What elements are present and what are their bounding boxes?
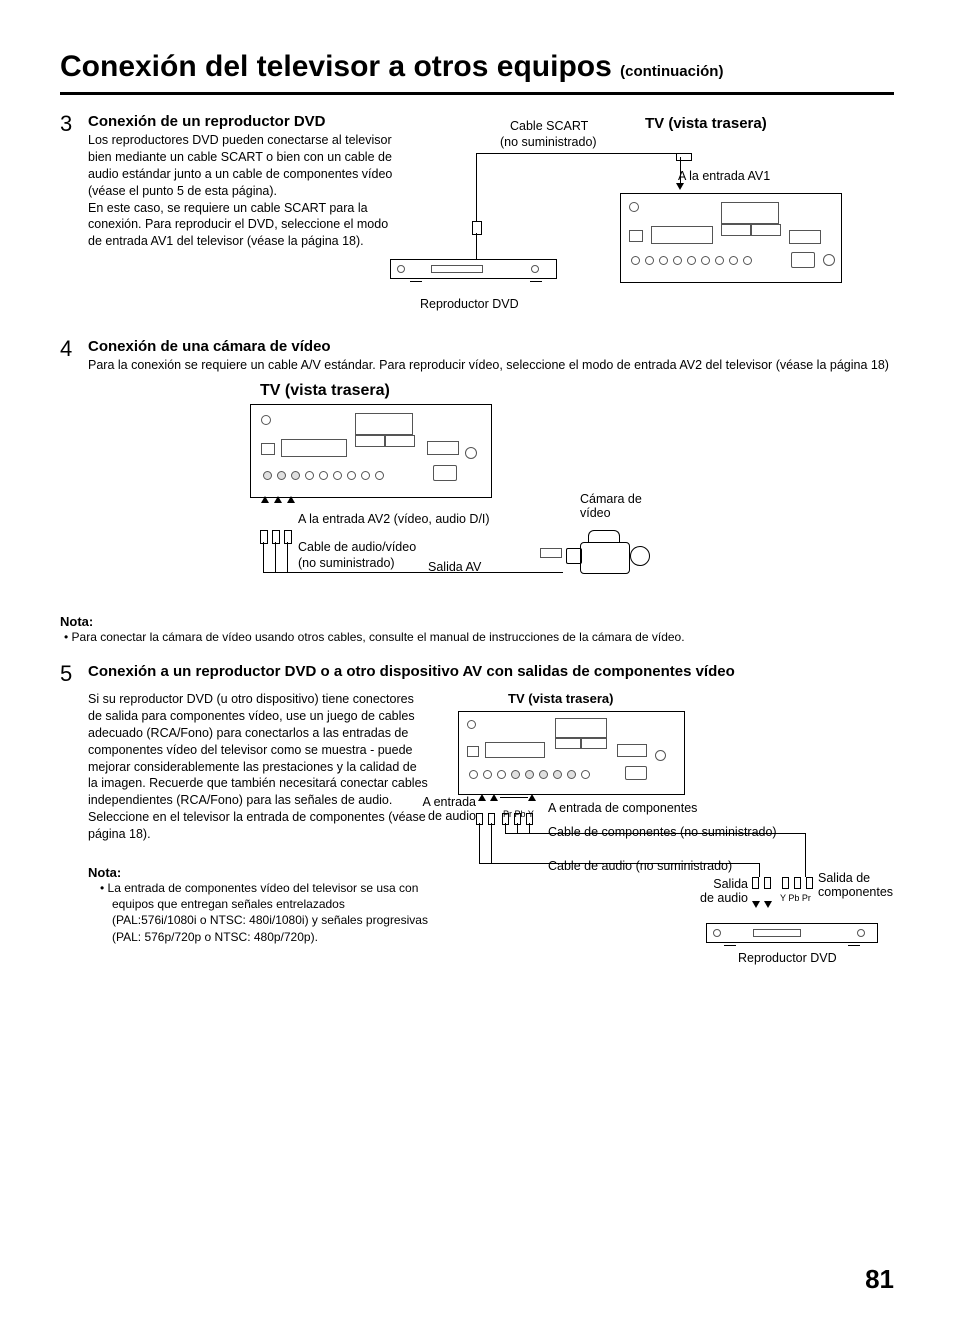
scart-plug-tv-icon <box>676 153 692 161</box>
label-scart-sub: (no suministrado) <box>500 135 597 149</box>
step5-heading: Conexión a un reproductor DVD o a otro d… <box>88 663 894 680</box>
step4-diagram: A la entrada AV2 (vídeo, audio D/I) Cabl… <box>240 400 894 600</box>
rca-plug-icon <box>272 530 280 544</box>
step-number-3: 3 <box>60 113 88 135</box>
label-av2: A la entrada AV2 (vídeo, audio D/I) <box>298 512 490 526</box>
label-dvd-player-3: Reproductor DVD <box>420 297 519 311</box>
label-av-out: Salida AV <box>428 560 481 574</box>
rca-plug-icon <box>260 530 268 544</box>
label-audio-cable: Cable de audio (no suministrado) <box>548 859 732 873</box>
label-ypbpr-out: Y Pb Pr <box>780 893 811 903</box>
title-suffix: (continuación) <box>620 63 723 80</box>
label-tv-rear-5: TV (vista trasera) <box>508 691 614 706</box>
rca-plug-icon <box>782 877 789 889</box>
label-tv-rear-3: TV (vista trasera) <box>645 115 767 132</box>
step3-heading: Conexión de un reproductor DVD <box>88 113 400 130</box>
dvd-player-icon-5 <box>706 923 878 943</box>
step3-diagram: Cable SCART (no suministrado) TV (vista … <box>420 113 894 313</box>
scart-plug-icon <box>472 221 482 235</box>
tv-rear-panel-icon-5 <box>458 711 685 795</box>
note-heading-4: Nota: <box>60 614 894 629</box>
label-camera: Cámara de vídeo <box>580 492 642 520</box>
label-comp-out: Salida de componentes <box>818 871 893 899</box>
label-comp-cable: Cable de componentes (no suministrado) <box>548 825 777 839</box>
rca-plug-icon <box>764 877 771 889</box>
note-body-5: • La entrada de componentes vídeo del te… <box>88 880 428 945</box>
note-body-4: • Para conectar la cámara de vídeo usand… <box>60 629 894 645</box>
note-heading-5: Nota: <box>88 865 428 880</box>
rca-plug-icon <box>806 877 813 889</box>
label-av-cable-sub: (no suministrado) <box>298 556 395 570</box>
title-rule <box>60 92 894 95</box>
dvd-player-icon <box>390 259 557 279</box>
rca-plug-icon <box>284 530 292 544</box>
step5-diagram: TV (vista trasera) <box>448 691 894 981</box>
step4-text: Para la conexión se requiere un cable A/… <box>88 357 894 374</box>
tv-rear-panel-icon <box>620 193 842 283</box>
step-number-5: 5 <box>60 663 88 685</box>
tv-rear-panel-icon-4 <box>250 404 492 498</box>
step5-text: Si su reproductor DVD (u otro dispositiv… <box>88 691 428 843</box>
title-main: Conexión del televisor a otros equipos <box>60 50 620 83</box>
rca-plug-icon <box>752 877 759 889</box>
label-av1: A la entrada AV1 <box>678 169 770 183</box>
label-tv-rear-4: TV (vista trasera) <box>260 382 894 400</box>
label-audio-in: A entrada de audio <box>418 795 476 823</box>
rca-plug-icon <box>794 877 801 889</box>
page-title: Conexión del televisor a otros equipos (… <box>60 50 894 84</box>
label-comp-in: A entrada de componentes <box>548 801 697 815</box>
page-number: 81 <box>865 1264 894 1295</box>
av-jack-icon <box>540 548 562 558</box>
step3-text: Los reproductores DVD pueden conectarse … <box>88 132 400 250</box>
label-dvd-player-5: Reproductor DVD <box>738 951 837 965</box>
step-number-4: 4 <box>60 338 88 360</box>
label-scart: Cable SCART <box>510 119 588 133</box>
step4-heading: Conexión de una cámara de vídeo <box>88 338 894 355</box>
label-av-cable: Cable de audio/vídeo <box>298 540 416 554</box>
label-audio-out: Salida de audio <box>698 877 748 905</box>
